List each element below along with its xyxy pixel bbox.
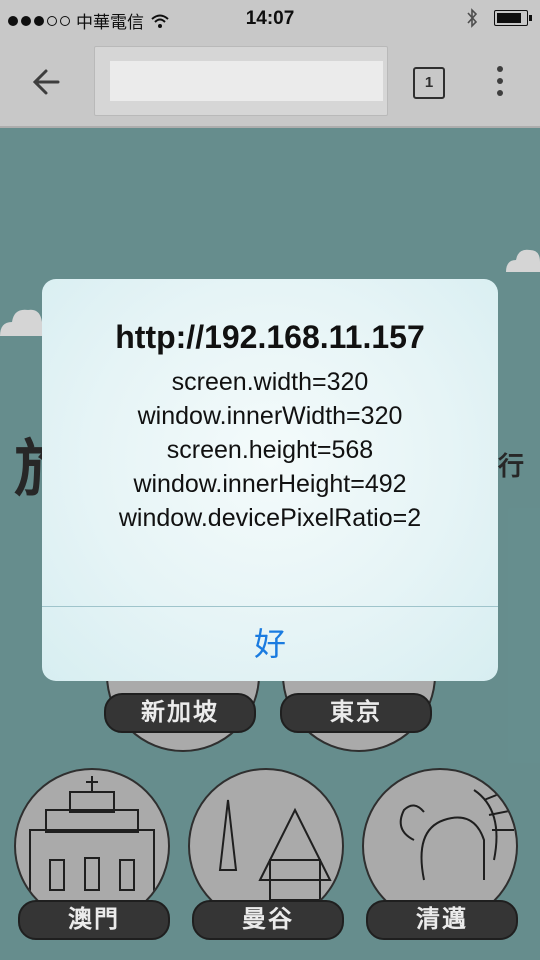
alert-dialog: http://192.168.11.157 screen.width=320 w… (42, 279, 498, 681)
dialog-line: screen.height=568 (166, 436, 374, 464)
dialog-title: http://192.168.11.157 (115, 319, 425, 355)
dialog-line: screen.width=320 (171, 368, 369, 396)
dialog-line: window.devicePixelRatio=2 (118, 504, 422, 532)
ok-button[interactable]: 好 (42, 607, 498, 681)
dialog-message: screen.width=320 window.innerWidth=320 s… (42, 365, 498, 535)
dialog-line: window.innerWidth=320 (137, 402, 403, 430)
dialog-line: window.innerHeight=492 (133, 470, 407, 498)
